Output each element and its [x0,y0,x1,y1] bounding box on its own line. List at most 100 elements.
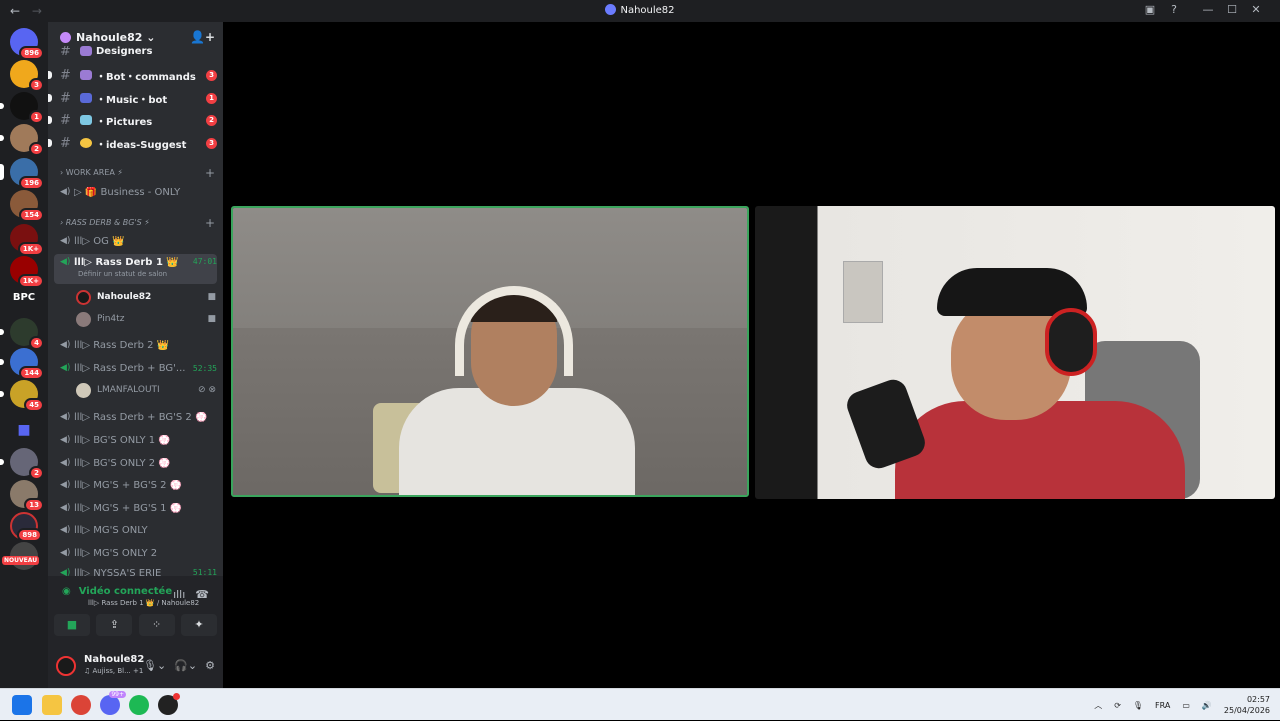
voice-channel-rass-derb-bg[interactable]: ◀) lll▷ Rass Derb + BG'... 52:35 [54,358,217,378]
voice-member[interactable]: Nahoule82 ■ [76,288,216,306]
server-badge: 154 [19,208,44,222]
screen-share-button[interactable]: ⇪ [96,614,133,636]
server-icon[interactable]: 4 [0,318,44,350]
help-icon[interactable]: ? [1162,3,1186,16]
category-label: RASS DERB & BG'S ⚡ [65,218,150,227]
video-person-body [895,401,1185,499]
chevron-up-icon[interactable]: ︿ [1094,700,1102,711]
settings-gear-icon[interactable]: ⚙ [205,659,215,672]
server-bpc-label: BPC [12,292,36,303]
category-work-area[interactable]: › WORK AREA ⚡ + [60,166,215,180]
server-icon[interactable]: 154 [10,190,44,222]
sync-icon[interactable]: ⟳ [1114,701,1121,710]
voice-channel-og[interactable]: ◀) lll▷ OG 👑 [54,231,217,251]
channel-item[interactable]: # Designers [54,46,217,56]
server-icon[interactable]: 3 [10,60,44,92]
discord-icon[interactable]: 99+ [100,691,126,715]
server-icon[interactable]: 1K+ [10,224,44,256]
server-badge: 2 [29,142,44,156]
folder-icon[interactable]: ■ [10,416,38,444]
voice-channel-name: lll▷ Rass Derb 1 👑 [74,257,179,268]
server-icon[interactable]: 144 [0,348,44,380]
speaker-icon: ◀) [60,187,71,197]
server-badge: 1K+ [17,242,44,256]
voice-channel-business[interactable]: ◀) ▷ 🎁 Business - ONLY [54,182,217,202]
voice-channel[interactable]: ◀) lll▷ BG'S ONLY 1 💮 [54,430,217,450]
server-icon[interactable]: NOUVEAU [2,542,40,570]
voice-channel[interactable]: ◀) lll▷ MG'S ONLY 2 [54,543,217,563]
volume-icon[interactable]: 🔊 [1202,701,1212,710]
video-tile-speaking[interactable] [231,206,749,497]
voice-channel-rass-derb-2[interactable]: ◀) lll▷ Rass Derb 2 👑 [54,335,217,355]
user-area[interactable]: Nahoule82 ♫ Aujiss, Bl... +1 🎙⌄ 🎧⌄ ⚙ [54,650,217,682]
hash-icon: # [60,90,71,106]
server-icon[interactable]: 2 [0,448,44,480]
headphones-icon[interactable]: 🎧⌄ [174,659,197,672]
minimize-button[interactable]: — [1196,3,1220,16]
voice-channel[interactable]: ◀) lll▷ MG'S + BG'S 2 💮 [54,475,217,495]
camera-icon: ■ [207,314,216,324]
selected-pill [0,164,4,180]
add-channel-icon[interactable]: + [205,216,215,230]
clock[interactable]: 02:57 25/04/2026 [1224,694,1270,716]
set-status-link[interactable]: Définir un statut de salon [78,270,167,278]
server-icon[interactable]: 13 [10,480,44,512]
channel-item[interactable]: # ・ideas-Suggest 3 [48,133,217,153]
voice-channel[interactable]: ◀) lll▷ BG'S ONLY 2 💮 [54,453,217,473]
home-button[interactable]: 896 [10,28,44,60]
add-channel-icon[interactable]: + [205,166,215,180]
maximize-button[interactable]: ☐ [1220,3,1244,16]
bot-emoji-icon [80,70,92,80]
server-icon[interactable]: 1K+ [10,256,44,288]
server-icon[interactable]: 196 [0,158,44,190]
category-rass-derb[interactable]: › RASS DERB & BG'S ⚡ + [60,216,215,230]
guild-icon [605,4,617,15]
spotify-icon[interactable] [129,695,149,715]
file-explorer-icon[interactable] [42,695,62,715]
app-icon[interactable] [158,693,180,715]
voice-member[interactable]: LMANFALOUTI ⊘ ⊗ [76,381,216,399]
server-icon[interactable]: 898 [10,512,42,542]
disconnect-icon[interactable]: ☎ [195,588,209,601]
unread-pill [0,135,4,141]
channel-item[interactable]: # ・Bot・commands 3 [48,65,217,85]
inbox-icon[interactable]: ▣ [1138,3,1162,16]
channel-item[interactable]: # ・Pictures 2 [48,110,217,130]
voice-channel[interactable]: ◀) lll▷ Rass Derb + BG'S 2 💮 [54,407,217,427]
camera-button[interactable]: ■ [54,614,90,636]
server-bpc[interactable]: BPC [10,284,38,312]
server-icon[interactable]: 1 [0,92,44,124]
noise-suppression-icon[interactable]: ıllı [173,588,185,601]
video-tile[interactable] [755,206,1275,499]
server-icon[interactable]: 2 [0,124,44,156]
server-badge: 896 [19,46,44,60]
channel-emoji-icon [80,46,92,56]
voice-channel-name: lll▷ MG'S ONLY 2 [74,547,158,559]
windows-start-icon[interactable] [12,695,32,715]
chrome-icon[interactable] [71,695,91,715]
network-icon[interactable]: ▭ [1182,701,1190,710]
hash-icon: # [60,46,71,56]
voice-connected-status[interactable]: ◉ Vidéo connectée [62,586,172,597]
channel-name: ・Bot・commands [96,71,196,83]
voice-channel-name: lll▷ Rass Derb + BG'S 2 💮 [74,411,208,423]
activities-button[interactable]: ⁘ [138,614,175,636]
voice-channel[interactable]: ◀) lll▷ MG'S ONLY [54,520,217,540]
add-member-icon[interactable]: 👤+ [190,30,215,44]
server-icon[interactable]: 45 [0,380,44,412]
voice-channel[interactable]: ◀) lll▷ NYSSA'S ERIE 51:11 [54,568,217,576]
voice-member[interactable]: Pin4tz ■ [76,310,216,328]
soundboard-button[interactable]: ✦ [180,614,217,636]
language-indicator[interactable]: FRA [1155,701,1170,710]
speaker-icon: ◀) [60,480,71,490]
voice-channel-name: ▷ 🎁 Business - ONLY [74,186,181,198]
voice-channel[interactable]: ◀) lll▷ MG'S + BG'S 1 💮 [54,498,217,518]
channel-item[interactable]: # ・Music・bot 1 [48,88,217,108]
speaker-icon: ◀) [60,525,71,535]
close-button[interactable]: ✕ [1244,3,1268,16]
speaker-icon: ◀) [60,236,71,246]
microphone-icon[interactable]: 🎙⌄ [143,659,166,672]
voice-channel-rass-derb-1[interactable]: ◀) lll▷ Rass Derb 1 👑 47:01 Définir un sta… [54,254,217,284]
call-timer: 51:11 [192,568,217,576]
microphone-tray-icon[interactable]: 🎙 [1133,701,1143,710]
